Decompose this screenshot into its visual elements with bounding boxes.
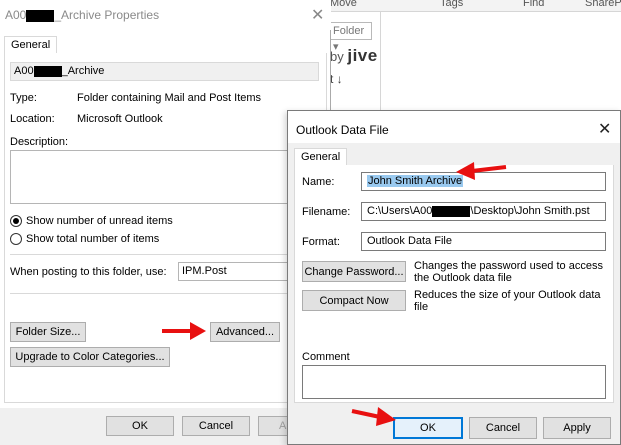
close-icon[interactable]: ✕ [598,119,611,139]
properties-titlebar: A00 _Archive Properties ✕ [0,0,331,30]
column-tags[interactable]: Tags [440,0,463,9]
name-selected-text: John Smith Archive [367,175,464,187]
column-sharepoint[interactable]: SharePoint [585,0,621,9]
upgrade-color-categories-button[interactable]: Upgrade to Color Categories... [10,347,170,367]
change-password-button[interactable]: Change Password... [302,261,406,282]
redaction-block [432,205,471,217]
comment-label: Comment [302,351,350,363]
tab-general[interactable]: General [4,36,58,54]
sort-arrow-icon[interactable]: t ↓ [330,72,343,86]
folder-size-button[interactable]: Folder Size... [10,322,86,342]
radio-total-label: Show total number of items [26,233,160,245]
ok-button[interactable]: OK [393,417,463,439]
radio-total[interactable] [10,233,22,245]
annotation-arrow-advanced [162,322,206,340]
data-file-client: General Name: John Smith Archive Filenam… [288,143,620,444]
advanced-button[interactable]: Advanced... [210,322,280,342]
archive-properties-dialog: A00 _Archive Properties ✕ General A00 _Arc… [0,0,331,445]
radio-unread-row[interactable]: Show number of unread items [10,215,173,227]
radio-total-row[interactable]: Show total number of items [10,233,159,245]
redaction-block [33,65,62,77]
cancel-button[interactable]: Cancel [469,417,537,439]
data-file-title: Outlook Data File [296,123,389,137]
ok-button[interactable]: OK [106,416,174,436]
tab-general[interactable]: General [294,148,348,166]
location-value: Microsoft Outlook [77,113,163,125]
close-icon[interactable]: ✕ [311,5,324,25]
cancel-button[interactable]: Cancel [182,416,250,436]
change-password-description: Changes the password used to access the … [414,260,603,284]
name-label: Name: [302,176,335,188]
column-find[interactable]: Find [523,0,544,9]
format-label: Format: [302,236,340,248]
posting-label: When posting to this folder, use: [10,266,167,278]
separator [10,293,319,294]
type-value: Folder containing Mail and Post Items [77,92,262,104]
radio-unread[interactable] [10,215,22,227]
compact-now-description: Reduces the size of your Outlook data fi… [414,289,601,313]
outlook-column-header: Move Tags Find SharePoint [330,0,621,12]
jive-logo: by jive [330,46,378,65]
type-label: Type: [10,92,37,104]
annotation-arrow-ok [351,407,396,426]
folder-dropdown[interactable]: Folder ▾ [330,22,372,53]
data-file-titlebar: Outlook Data File ✕ [288,111,620,143]
column-move[interactable]: Move [330,0,357,9]
filename-label: Filename: [302,206,351,218]
redaction-block [26,9,55,22]
filename-field[interactable]: C:\Users\A00 \Desktop\John Smith.pst [361,202,606,221]
comment-textarea[interactable] [302,365,606,399]
location-label: Location: [10,113,55,125]
folder-name-field[interactable]: A00 _Archive [10,62,319,81]
annotation-arrow-name [456,162,507,180]
radio-unread-label: Show number of unread items [26,215,173,227]
properties-title: A00 _Archive Properties [5,8,160,22]
folder-dropdown-label: Folder [333,25,365,37]
description-label: Description: [10,136,69,148]
compact-now-button[interactable]: Compact Now [302,290,406,311]
description-textarea[interactable] [10,150,319,204]
format-field: Outlook Data File [361,232,606,251]
separator [10,254,319,255]
apply-button[interactable]: Apply [543,417,611,439]
